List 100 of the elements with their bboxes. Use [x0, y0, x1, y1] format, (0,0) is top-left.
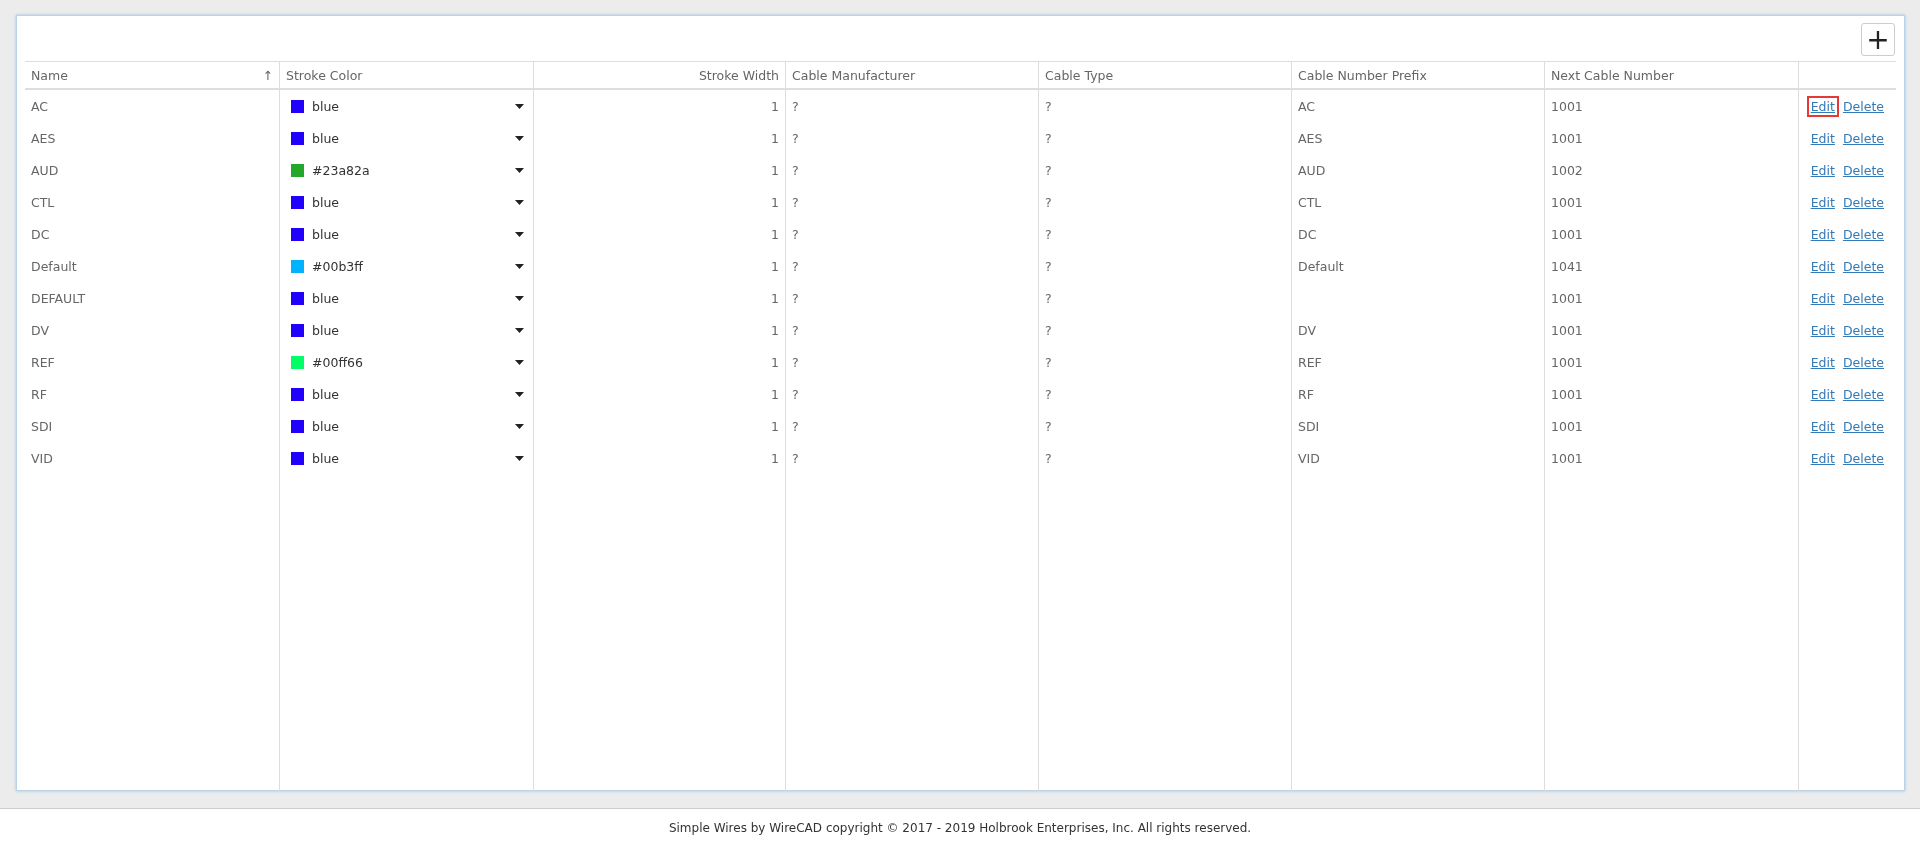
caret-icon — [515, 167, 524, 173]
color-dropdown[interactable]: blue — [280, 410, 533, 442]
caret-icon — [515, 231, 524, 237]
name-cell: RF — [31, 386, 47, 402]
next-number-cell: 1001 — [1551, 322, 1583, 338]
color-dropdown[interactable]: blue — [280, 90, 533, 122]
cable-type-cell: ? — [1045, 226, 1052, 242]
cable-type-cell: ? — [1045, 162, 1052, 178]
color-value: blue — [312, 98, 341, 114]
prefix-cell: Default — [1298, 258, 1344, 274]
caret-icon — [515, 135, 524, 141]
color-dropdown[interactable]: blue — [280, 282, 533, 314]
delete-link[interactable]: Delete — [1840, 449, 1886, 467]
next-number-cell: 1001 — [1551, 130, 1583, 146]
delete-link[interactable]: Delete — [1840, 321, 1886, 339]
color-dropdown[interactable]: #23a82a — [280, 154, 533, 186]
color-dropdown[interactable]: #00b3ff — [280, 250, 533, 282]
manufacturer-cell: ? — [792, 418, 799, 434]
delete-link[interactable]: Delete — [1840, 193, 1886, 211]
color-dropdown[interactable]: #00ff66 — [280, 346, 533, 378]
caret-icon — [515, 199, 524, 205]
next-number-cell: 1001 — [1551, 386, 1583, 402]
column-header[interactable]: Cable Manufacturer — [786, 62, 1038, 90]
column-header[interactable]: Cable Number Prefix — [1292, 62, 1544, 90]
cable-type-cell: ? — [1045, 322, 1052, 338]
column-header[interactable]: Next Cable Number — [1545, 62, 1798, 90]
stroke-width-cell: 1 — [771, 450, 779, 466]
prefix-cell: SDI — [1298, 418, 1320, 434]
column-header[interactable]: Cable Type — [1039, 62, 1291, 90]
delete-link[interactable]: Delete — [1840, 97, 1886, 115]
name-cell: DV — [31, 322, 49, 338]
edit-link[interactable]: Edit — [1808, 97, 1837, 115]
delete-link[interactable]: Delete — [1840, 353, 1886, 371]
prefix-cell: AUD — [1298, 162, 1326, 178]
manufacturer-cell: ? — [792, 386, 799, 402]
column-header[interactable]: Stroke Width — [534, 62, 785, 90]
stroke-width-cell: 1 — [771, 418, 779, 434]
caret-icon — [515, 391, 524, 397]
delete-link[interactable]: Delete — [1840, 257, 1886, 275]
edit-link[interactable]: Edit — [1808, 417, 1837, 435]
next-number-cell: 1001 — [1551, 418, 1583, 434]
color-value: #00b3ff — [312, 258, 364, 274]
color-dropdown[interactable]: blue — [280, 378, 533, 410]
column-header[interactable]: Stroke Color — [280, 62, 533, 90]
name-cell: DEFAULT — [31, 290, 86, 306]
manufacturer-cell: ? — [792, 290, 799, 306]
manufacturer-cell: ? — [792, 130, 799, 146]
color-value: blue — [312, 194, 341, 210]
name-cell: Default — [31, 258, 77, 274]
stroke-width-cell: 1 — [771, 322, 779, 338]
prefix-cell: DV — [1298, 322, 1316, 338]
caret-icon — [515, 455, 524, 461]
stroke-width-cell: 1 — [771, 98, 779, 114]
column-header[interactable]: Name — [31, 67, 263, 83]
delete-link[interactable]: Delete — [1840, 289, 1886, 307]
color-dropdown[interactable]: blue — [280, 314, 533, 346]
caret-icon — [515, 263, 524, 269]
edit-link[interactable]: Edit — [1808, 289, 1837, 307]
next-number-cell: 1001 — [1551, 450, 1583, 466]
edit-link[interactable]: Edit — [1808, 385, 1837, 403]
delete-link[interactable]: Delete — [1840, 385, 1886, 403]
delete-link[interactable]: Delete — [1840, 225, 1886, 243]
name-cell: DC — [31, 226, 50, 242]
edit-link[interactable]: Edit — [1808, 193, 1837, 211]
cable-type-cell: ? — [1045, 386, 1052, 402]
color-dropdown[interactable]: blue — [280, 122, 533, 154]
manufacturer-cell: ? — [792, 354, 799, 370]
add-button[interactable]: + — [1861, 23, 1895, 56]
cable-type-cell: ? — [1045, 130, 1052, 146]
name-cell: CTL — [31, 194, 55, 210]
delete-link[interactable]: Delete — [1840, 417, 1886, 435]
prefix-cell: AES — [1298, 130, 1323, 146]
sort-indicator[interactable]: ↑ — [262, 67, 273, 83]
caret-icon — [515, 103, 524, 109]
name-cell: REF — [31, 354, 55, 370]
color-value: #00ff66 — [312, 354, 364, 370]
edit-link[interactable]: Edit — [1808, 225, 1837, 243]
cable-type-cell: ? — [1045, 98, 1052, 114]
prefix-cell: VID — [1298, 450, 1320, 466]
edit-link[interactable]: Edit — [1808, 257, 1837, 275]
manufacturer-cell: ? — [792, 258, 799, 274]
stroke-width-cell: 1 — [771, 194, 779, 210]
caret-icon — [515, 423, 524, 429]
color-dropdown[interactable]: blue — [280, 218, 533, 250]
name-cell: AC — [31, 98, 49, 114]
caret-icon — [515, 295, 524, 301]
next-number-cell: 1002 — [1551, 162, 1583, 178]
delete-link[interactable]: Delete — [1840, 129, 1886, 147]
delete-link[interactable]: Delete — [1840, 161, 1886, 179]
edit-link[interactable]: Edit — [1808, 321, 1837, 339]
color-dropdown[interactable]: blue — [280, 186, 533, 218]
color-value: #23a82a — [312, 162, 371, 178]
manufacturer-cell: ? — [792, 162, 799, 178]
edit-link[interactable]: Edit — [1808, 353, 1837, 371]
prefix-cell: CTL — [1298, 194, 1322, 210]
edit-link[interactable]: Edit — [1808, 129, 1837, 147]
color-dropdown[interactable]: blue — [280, 442, 533, 474]
edit-link[interactable]: Edit — [1808, 161, 1837, 179]
edit-link[interactable]: Edit — [1808, 449, 1837, 467]
prefix-cell: RF — [1298, 386, 1314, 402]
